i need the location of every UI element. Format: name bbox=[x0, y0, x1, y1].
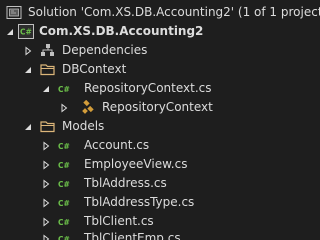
solution-icon bbox=[6, 5, 22, 20]
folder-label: Models bbox=[62, 119, 105, 133]
file-label: Account.cs bbox=[84, 138, 150, 152]
csharp-file-icon: C# bbox=[58, 231, 74, 240]
svg-text:C#: C# bbox=[20, 28, 32, 37]
chevron-collapsed-icon[interactable] bbox=[41, 155, 51, 174]
chevron-collapsed-icon[interactable] bbox=[59, 98, 69, 117]
csharp-file-icon: C# bbox=[58, 214, 74, 229]
chevron-expanded-icon[interactable] bbox=[5, 22, 15, 41]
tree-item-class-repositorycontext[interactable]: RepositoryContext bbox=[0, 98, 312, 117]
dependencies-label: Dependencies bbox=[62, 43, 148, 57]
file-label: EmployeeView.cs bbox=[84, 157, 188, 171]
dependencies-icon bbox=[40, 43, 56, 58]
project-label: Com.XS.DB.Accounting2 bbox=[39, 24, 204, 38]
svg-text:C#: C# bbox=[58, 142, 70, 151]
file-label: TblAddress.cs bbox=[84, 176, 167, 190]
tree-item-folder-dbcontext[interactable]: DBContext bbox=[0, 60, 312, 79]
folder-label: DBContext bbox=[62, 62, 127, 76]
csharp-file-icon: C# bbox=[58, 157, 74, 172]
file-label: TblAddressType.cs bbox=[84, 195, 195, 209]
tree-item-file[interactable]: C# TblAddressType.cs bbox=[0, 193, 312, 212]
tree-item-folder-models[interactable]: Models bbox=[0, 117, 312, 136]
tree-item-solution[interactable]: Solution 'Com.XS.DB.Accounting2' (1 of 1… bbox=[0, 3, 320, 22]
chevron-expanded-icon[interactable] bbox=[23, 60, 33, 79]
chevron-collapsed-icon[interactable] bbox=[23, 41, 33, 60]
tree-item-file[interactable]: C# Account.cs bbox=[0, 136, 312, 155]
svg-text:C#: C# bbox=[58, 85, 70, 94]
solution-label: Solution 'Com.XS.DB.Accounting2' (1 of 1… bbox=[28, 5, 320, 19]
csharp-project-icon: C# bbox=[18, 24, 34, 39]
chevron-collapsed-icon[interactable] bbox=[41, 136, 51, 155]
svg-text:C#: C# bbox=[58, 199, 70, 208]
svg-text:C#: C# bbox=[58, 235, 70, 240]
tree-item-file[interactable]: C# TblClientEmp.cs bbox=[0, 229, 312, 240]
chevron-expanded-icon[interactable] bbox=[23, 117, 33, 136]
chevron-collapsed-icon[interactable] bbox=[41, 193, 51, 212]
csharp-file-icon: C# bbox=[58, 176, 74, 191]
svg-text:C#: C# bbox=[58, 218, 70, 227]
tree-item-file[interactable]: C# EmployeeView.cs bbox=[0, 155, 312, 174]
svg-text:C#: C# bbox=[58, 161, 70, 170]
tree-item-file-repositorycontext[interactable]: C# RepositoryContext.cs bbox=[0, 79, 312, 98]
solution-explorer-tree: Solution 'Com.XS.DB.Accounting2' (1 of 1… bbox=[0, 0, 320, 240]
file-label: RepositoryContext.cs bbox=[84, 81, 212, 95]
chevron-expanded-icon[interactable] bbox=[41, 79, 51, 98]
folder-open-icon bbox=[40, 119, 56, 134]
csharp-file-icon: C# bbox=[58, 138, 74, 153]
folder-open-icon bbox=[40, 62, 56, 77]
chevron-collapsed-icon[interactable] bbox=[41, 174, 51, 193]
tree-item-dependencies[interactable]: Dependencies bbox=[0, 41, 312, 60]
chevron-collapsed-icon[interactable] bbox=[41, 229, 51, 240]
class-label: RepositoryContext bbox=[102, 100, 213, 114]
csharp-file-icon: C# bbox=[58, 195, 74, 210]
class-icon bbox=[80, 99, 96, 115]
svg-text:C#: C# bbox=[58, 180, 70, 189]
tree-item-file[interactable]: C# TblAddress.cs bbox=[0, 174, 312, 193]
file-label: TblClientEmp.cs bbox=[84, 231, 181, 240]
csharp-file-icon: C# bbox=[58, 81, 74, 96]
tree-item-project[interactable]: C# Com.XS.DB.Accounting2 bbox=[0, 22, 312, 41]
